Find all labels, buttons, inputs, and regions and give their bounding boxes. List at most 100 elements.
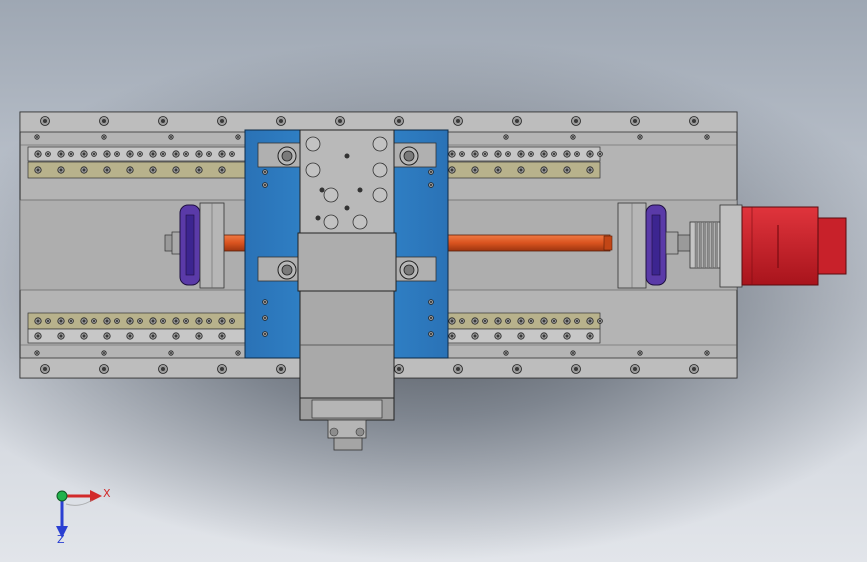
x-axis-label: X	[103, 487, 111, 500]
rail-bolt	[126, 166, 134, 174]
cad-model-view[interactable]: X Z	[0, 0, 867, 562]
rail-screw	[482, 318, 488, 324]
rail-bolt	[494, 150, 502, 158]
edge-bolt	[394, 364, 404, 374]
small-screw	[570, 134, 576, 140]
carriage-small-screw	[262, 169, 268, 175]
rail-bolt	[563, 150, 571, 158]
rail-screw	[68, 151, 74, 157]
rail-bolt	[218, 332, 226, 340]
slider-block[interactable]	[297, 129, 397, 451]
rail-bolt	[517, 150, 525, 158]
small-screw	[101, 134, 107, 140]
small-screw	[235, 134, 241, 140]
rail-bolt	[586, 166, 594, 174]
rail-bolt	[586, 150, 594, 158]
rail-screw	[45, 318, 51, 324]
rail-screw	[551, 318, 557, 324]
carriage-small-screw	[262, 182, 268, 188]
rail-bolt	[218, 166, 226, 174]
block-bore	[305, 136, 321, 152]
block-bore	[305, 162, 321, 178]
rail-screw	[91, 318, 97, 324]
edge-bolt	[512, 364, 522, 374]
rail-bolt	[494, 317, 502, 325]
rail-bolt	[126, 317, 134, 325]
rail-screw	[137, 151, 143, 157]
small-screw	[168, 350, 174, 356]
edge-bolt	[630, 364, 640, 374]
rail-screw	[68, 318, 74, 324]
rail-bolt	[195, 166, 203, 174]
carriage-small-screw	[428, 182, 434, 188]
rail-bolt	[57, 332, 65, 340]
small-screw	[503, 350, 509, 356]
small-screw	[34, 350, 40, 356]
rail-bolt	[172, 150, 180, 158]
carriage-small-screw	[262, 299, 268, 305]
rail-screw	[482, 151, 488, 157]
small-screw	[168, 134, 174, 140]
rail-bolt	[448, 150, 456, 158]
rail-bolt	[540, 166, 548, 174]
rail-screw	[574, 151, 580, 157]
rail-bolt	[540, 150, 548, 158]
rail-bolt	[103, 166, 111, 174]
rail-screw	[114, 318, 120, 324]
block-tap-hole	[357, 187, 363, 193]
rail-bolt	[448, 332, 456, 340]
rail-bolt	[195, 332, 203, 340]
rail-screw	[459, 318, 465, 324]
edge-bolt	[630, 116, 640, 126]
rail-bolt	[448, 317, 456, 325]
carriage-small-screw	[428, 299, 434, 305]
rail-screw	[206, 151, 212, 157]
edge-bolt	[99, 364, 109, 374]
rail-bolt	[80, 150, 88, 158]
edge-bolt	[158, 116, 168, 126]
edge-bolt	[217, 364, 227, 374]
rail-bolt	[126, 150, 134, 158]
rail-screw	[597, 151, 603, 157]
rail-bolt	[471, 150, 479, 158]
rail-bolt	[586, 317, 594, 325]
coupling[interactable]	[689, 221, 721, 269]
rail-bolt	[34, 332, 42, 340]
rail-screw	[160, 318, 166, 324]
edge-bolt	[571, 116, 581, 126]
small-screw	[704, 350, 710, 356]
rail-bolt	[563, 332, 571, 340]
graphics-viewport[interactable]: X Z	[0, 0, 867, 562]
rail-screw	[206, 318, 212, 324]
cap-screw	[277, 260, 297, 280]
small-screw	[503, 134, 509, 140]
rail-screw	[528, 318, 534, 324]
rail-bolt	[80, 317, 88, 325]
rail-bolt	[586, 332, 594, 340]
small-screw	[637, 350, 643, 356]
servo-motor[interactable]	[719, 204, 847, 288]
rail-bolt	[563, 317, 571, 325]
rail-screw	[45, 151, 51, 157]
rail-bolt	[494, 332, 502, 340]
edge-bolt	[40, 364, 50, 374]
rail-screw	[137, 318, 143, 324]
edge-bolt	[571, 364, 581, 374]
rail-screw	[459, 151, 465, 157]
rail-bolt	[172, 317, 180, 325]
edge-bolt	[689, 116, 699, 126]
rail-screw	[160, 151, 166, 157]
rail-bolt	[540, 332, 548, 340]
small-screw	[34, 134, 40, 140]
rail-bolt	[563, 166, 571, 174]
small-screw	[704, 134, 710, 140]
rail-screw	[229, 318, 235, 324]
rail-bolt	[103, 317, 111, 325]
edge-bolt	[453, 116, 463, 126]
cap-screw	[399, 146, 419, 166]
rail-bolt	[57, 317, 65, 325]
cap-screw	[277, 146, 297, 166]
rail-screw	[528, 151, 534, 157]
carriage-small-screw	[262, 331, 268, 337]
edge-bolt	[276, 116, 286, 126]
